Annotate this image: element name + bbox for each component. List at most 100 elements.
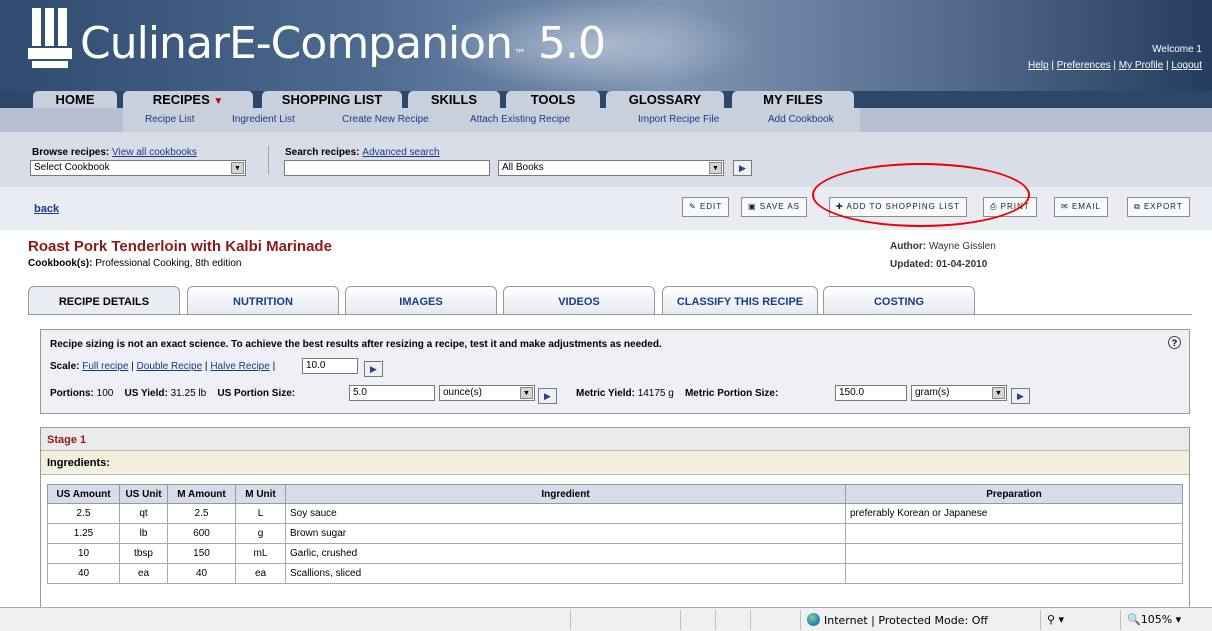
email-button[interactable]: ✉ EMAIL — [1054, 197, 1108, 217]
cell-us-unit: ea — [119, 563, 168, 584]
tab-tools[interactable]: TOOLS — [506, 91, 600, 108]
metric-unit-select[interactable]: gram(s) ▼ — [911, 385, 1007, 401]
table-row: 2.5 qt 2.5 L Soy sauce preferably Korean… — [47, 503, 1183, 524]
ingredients-heading: Ingredients: — [41, 451, 1189, 475]
app-title: CulinarE-Companion ™ 5.0 — [80, 18, 606, 69]
help-link[interactable]: Help — [1028, 60, 1049, 71]
cell-m-amount: 2.5 — [167, 503, 236, 524]
tab-recipes[interactable]: RECIPES ▼ — [123, 91, 253, 108]
search-go-button[interactable]: ▶ — [733, 160, 752, 176]
stage-title: Stage 1 — [41, 428, 1189, 451]
tab-shopping-list[interactable]: SHOPPING LIST — [262, 91, 402, 108]
search-label: Search recipes: Advanced search — [285, 147, 440, 158]
help-icon[interactable]: ? — [1168, 336, 1181, 349]
table-row: 1.25 lb 600 g Brown sugar — [47, 523, 1183, 544]
status-segment — [570, 610, 670, 630]
status-segment — [750, 610, 775, 630]
sizing-notice: Recipe sizing is not an exact science. T… — [50, 339, 662, 350]
cell-us-amount: 10 — [47, 543, 120, 564]
sizing-panel: Recipe sizing is not an exact science. T… — [40, 329, 1190, 414]
tab-skills[interactable]: SKILLS — [408, 91, 500, 108]
export-icon: ⧉ — [1134, 202, 1141, 211]
cell-ingredient: Brown sugar — [285, 523, 846, 544]
col-us-unit: US Unit — [119, 484, 168, 504]
table-row: 10 tbsp 150 mL Garlic, crushed — [47, 543, 1183, 564]
subnav-create-recipe[interactable]: Create New Recipe — [342, 114, 429, 125]
subnav-ingredient-list[interactable]: Ingredient List — [232, 114, 295, 125]
metric-row: Metric Yield: 14175 g Metric Portion Siz… — [576, 388, 779, 399]
full-recipe-link[interactable]: Full recipe — [82, 361, 128, 372]
cookbook-line: Cookbook(s): Professional Cooking, 8th e… — [28, 258, 242, 269]
logout-link[interactable]: Logout — [1171, 60, 1202, 71]
tab-my-files[interactable]: MY FILES — [732, 91, 854, 108]
us-unit-select[interactable]: ounce(s) ▼ — [439, 385, 535, 401]
cell-m-unit: L — [235, 503, 286, 524]
cell-us-amount: 2.5 — [47, 503, 120, 524]
chevron-down-icon: ▼ — [213, 96, 224, 107]
tab-videos[interactable]: VIDEOS — [503, 286, 655, 314]
cell-m-unit: mL — [235, 543, 286, 564]
browser-status-bar: Internet | Protected Mode: Off ⚲ ▾ 🔍105%… — [0, 607, 1212, 631]
tab-recipe-details[interactable]: RECIPE DETAILS — [28, 286, 180, 315]
cell-m-amount: 40 — [167, 563, 236, 584]
search-input[interactable] — [284, 160, 490, 176]
recipe-title: Roast Pork Tenderloin with Kalbi Marinad… — [28, 238, 332, 255]
cell-ingredient: Soy sauce — [285, 503, 846, 524]
chef-hat-logo — [28, 8, 72, 68]
advanced-search-link[interactable]: Advanced search — [362, 147, 439, 158]
edit-button[interactable]: ✎ EDIT — [682, 197, 730, 217]
portions-row: Portions: 100 US Yield: 31.25 lb US Port… — [50, 388, 296, 399]
chevron-down-icon: ▼ — [992, 387, 1005, 399]
col-us-amount: US Amount — [47, 484, 120, 504]
recipes-subnav: Recipe List Ingredient List Create New R… — [0, 108, 1212, 132]
zoom-control[interactable]: 🔍105% ▾ — [1120, 610, 1212, 630]
preferences-link[interactable]: Preferences — [1057, 60, 1111, 71]
scale-input[interactable]: 10.0 — [302, 358, 358, 374]
col-m-amount: M Amount — [167, 484, 236, 504]
subnav-recipe-list[interactable]: Recipe List — [145, 114, 194, 125]
tab-classify[interactable]: CLASSIFY THIS RECIPE — [662, 286, 818, 314]
tab-images[interactable]: IMAGES — [345, 286, 497, 314]
cookbook-select[interactable]: Select Cookbook ▼ — [30, 160, 246, 176]
subnav-add-cookbook[interactable]: Add Cookbook — [768, 114, 834, 125]
scale-go-button[interactable]: ▶ — [364, 361, 383, 377]
cell-us-amount: 40 — [47, 563, 120, 584]
view-all-cookbooks-link[interactable]: View all cookbooks — [112, 147, 197, 158]
status-segment — [715, 610, 740, 630]
halve-recipe-link[interactable]: Halve Recipe — [210, 361, 269, 372]
tab-costing[interactable]: COSTING — [823, 286, 975, 314]
books-select[interactable]: All Books ▼ — [498, 160, 724, 176]
cell-us-unit: tbsp — [119, 543, 168, 564]
welcome-text: Welcome 1 — [1152, 44, 1202, 55]
subnav-attach-recipe[interactable]: Attach Existing Recipe — [470, 114, 570, 125]
save-as-button[interactable]: ▣ SAVE AS — [741, 197, 807, 217]
browse-label: Browse recipes: View all cookbooks — [32, 147, 197, 158]
ingredients-table: US Amount US Unit M Amount M Unit Ingred… — [47, 484, 1183, 584]
tab-nutrition[interactable]: NUTRITION — [187, 286, 339, 314]
double-recipe-link[interactable]: Double Recipe — [137, 361, 203, 372]
us-portion-input[interactable]: 5.0 — [349, 385, 435, 401]
cell-m-unit: g — [235, 523, 286, 544]
metric-portion-input[interactable]: 150.0 — [835, 385, 907, 401]
stage-panel: Stage 1 Ingredients: US Amount US Unit M… — [40, 427, 1190, 631]
tab-glossary[interactable]: GLOSSARY — [606, 91, 724, 108]
my-profile-link[interactable]: My Profile — [1119, 60, 1163, 71]
security-zone[interactable]: Internet | Protected Mode: Off — [800, 610, 1030, 630]
protected-mode-toggle[interactable]: ⚲ ▾ — [1040, 610, 1110, 630]
scale-row: Scale: Full recipe | Double Recipe | Hal… — [50, 361, 276, 372]
back-link[interactable]: back — [34, 203, 59, 215]
cell-preparation: preferably Korean or Japanese — [845, 503, 1183, 524]
tab-home[interactable]: HOME — [33, 91, 117, 108]
highlight-circle — [812, 163, 1030, 227]
play-icon: ▶ — [739, 163, 746, 173]
author-info: Author: Wayne Gisslen Updated: 01-04-201… — [890, 241, 996, 270]
cell-us-unit: qt — [119, 503, 168, 524]
metric-go-button[interactable]: ▶ — [1011, 388, 1030, 404]
export-button[interactable]: ⧉ EXPORT — [1127, 197, 1190, 217]
us-go-button[interactable]: ▶ — [538, 388, 557, 404]
status-segment — [680, 610, 705, 630]
cell-us-amount: 1.25 — [47, 523, 120, 544]
cell-preparation — [845, 523, 1183, 544]
chevron-down-icon: ▼ — [709, 162, 722, 174]
subnav-import-recipe[interactable]: Import Recipe File — [638, 114, 719, 125]
